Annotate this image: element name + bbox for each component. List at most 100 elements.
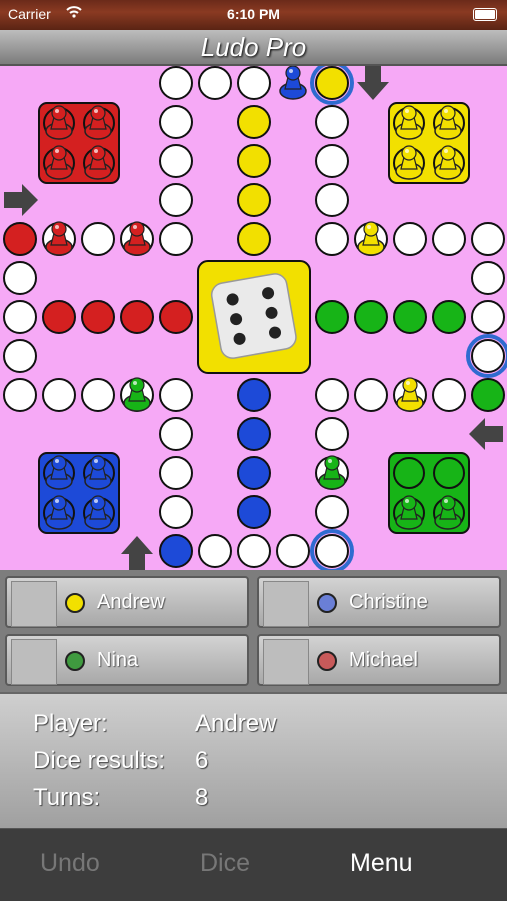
board-cell bbox=[471, 378, 505, 412]
board-cell bbox=[432, 222, 466, 256]
board-cell bbox=[3, 261, 37, 295]
status-time: 6:10 PM bbox=[227, 6, 280, 22]
player-tile-nina[interactable]: Nina bbox=[5, 634, 249, 686]
board-cell bbox=[3, 339, 37, 373]
avatar bbox=[263, 581, 309, 627]
board-cell bbox=[159, 378, 193, 412]
board-cell bbox=[471, 222, 505, 256]
turns-value: 8 bbox=[195, 784, 209, 811]
board-cell bbox=[237, 495, 271, 529]
player-tile-andrew[interactable]: Andrew bbox=[5, 576, 249, 628]
dice-icon bbox=[210, 273, 297, 359]
arrow-right-icon bbox=[4, 184, 38, 216]
app-title: Ludo Pro bbox=[200, 32, 307, 62]
board-cell bbox=[393, 222, 427, 256]
arrow-up-icon bbox=[121, 536, 153, 570]
board-cell bbox=[276, 534, 310, 568]
bottom-toolbar: Undo Dice Menu bbox=[0, 828, 507, 901]
yard-spot bbox=[393, 457, 425, 489]
dice-results-value: 6 bbox=[195, 747, 209, 774]
arrow-down-icon bbox=[357, 66, 389, 100]
player-color-dot bbox=[317, 651, 337, 671]
board-cell bbox=[159, 534, 193, 568]
board-cell bbox=[471, 339, 505, 373]
board-cell bbox=[237, 66, 271, 100]
player-name: Christine bbox=[349, 591, 428, 613]
board-cell bbox=[159, 66, 193, 100]
board-cell bbox=[471, 300, 505, 334]
board-cell bbox=[3, 378, 37, 412]
board-cell bbox=[237, 417, 271, 451]
board-cell bbox=[159, 222, 193, 256]
board-cell bbox=[159, 144, 193, 178]
board-cell bbox=[159, 495, 193, 529]
board-cell bbox=[3, 222, 37, 256]
board-cell bbox=[120, 300, 154, 334]
board-cell bbox=[159, 183, 193, 217]
board-cell bbox=[315, 222, 349, 256]
board-cell bbox=[81, 378, 115, 412]
board-cell bbox=[237, 456, 271, 490]
status-bar: Carrier 6:10 PM bbox=[0, 0, 507, 30]
player-value: Andrew bbox=[195, 710, 277, 737]
player-color-dot bbox=[65, 593, 85, 613]
board-cell bbox=[354, 378, 388, 412]
board-cell bbox=[354, 300, 388, 334]
board-cell bbox=[3, 300, 37, 334]
board-cell bbox=[432, 378, 466, 412]
board-cell bbox=[315, 105, 349, 139]
board-cell bbox=[315, 183, 349, 217]
board-cell bbox=[42, 300, 76, 334]
board-cell bbox=[81, 300, 115, 334]
player-tile-christine[interactable]: Christine bbox=[257, 576, 501, 628]
board-cell bbox=[432, 300, 466, 334]
board-cell bbox=[237, 378, 271, 412]
board-cell bbox=[237, 222, 271, 256]
board-cell bbox=[237, 144, 271, 178]
dice-results-label: Dice results: bbox=[33, 747, 166, 774]
board-cell bbox=[81, 222, 115, 256]
menu-button[interactable]: Menu bbox=[350, 849, 413, 878]
board-cell bbox=[315, 66, 349, 100]
board-cell bbox=[159, 105, 193, 139]
player-color-dot bbox=[317, 593, 337, 613]
board-cell bbox=[237, 183, 271, 217]
game-info-panel: Player: Andrew Dice results: 6 Turns: 8 bbox=[0, 692, 507, 830]
players-panel: Andrew Christine Nina Michael bbox=[0, 570, 507, 692]
player-label: Player: bbox=[33, 710, 108, 737]
dice-button[interactable]: Dice bbox=[200, 849, 250, 878]
undo-button[interactable]: Undo bbox=[40, 849, 100, 878]
yard-spot bbox=[433, 457, 465, 489]
board-cell bbox=[471, 261, 505, 295]
turns-label: Turns: bbox=[33, 784, 101, 811]
title-bar: Ludo Pro bbox=[0, 30, 507, 66]
player-name: Nina bbox=[97, 649, 139, 671]
board-cell bbox=[237, 534, 271, 568]
avatar bbox=[263, 639, 309, 685]
board-canvas bbox=[3, 66, 507, 570]
arrow-left-icon bbox=[469, 418, 503, 450]
player-name: Andrew bbox=[97, 591, 165, 613]
board-cell bbox=[237, 105, 271, 139]
pawn bbox=[279, 66, 307, 100]
board-cell bbox=[315, 495, 349, 529]
board-cell bbox=[315, 417, 349, 451]
board-cell bbox=[315, 144, 349, 178]
board-cell bbox=[315, 300, 349, 334]
player-color-dot bbox=[65, 651, 85, 671]
battery-icon bbox=[473, 8, 497, 21]
board-cell bbox=[393, 300, 427, 334]
avatar bbox=[11, 639, 57, 685]
board-cell bbox=[159, 417, 193, 451]
game-board[interactable] bbox=[0, 66, 507, 570]
board-cell bbox=[198, 534, 232, 568]
avatar bbox=[11, 581, 57, 627]
board-cell bbox=[42, 378, 76, 412]
player-tile-michael[interactable]: Michael bbox=[257, 634, 501, 686]
board-cell bbox=[159, 456, 193, 490]
board-cell bbox=[315, 534, 349, 568]
board-cell bbox=[198, 66, 232, 100]
board-cell bbox=[159, 300, 193, 334]
player-name: Michael bbox=[349, 649, 418, 671]
board-cell bbox=[315, 378, 349, 412]
